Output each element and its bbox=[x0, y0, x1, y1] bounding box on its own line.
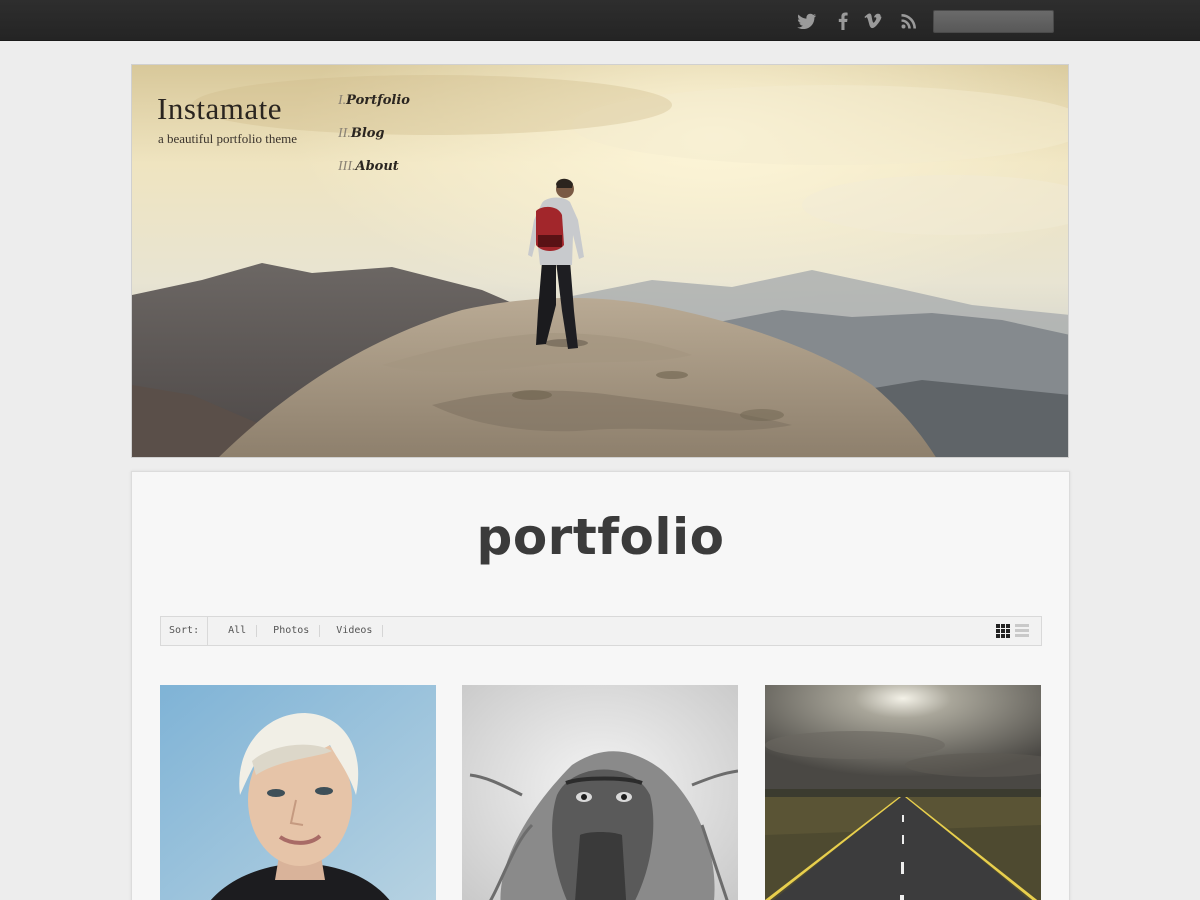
nav-item-portfolio[interactable]: I.Portfolio bbox=[338, 91, 410, 124]
top-bar bbox=[0, 0, 1200, 41]
view-toggles bbox=[996, 624, 1029, 641]
nav-number: III. bbox=[338, 159, 356, 174]
page-title: portfolio bbox=[476, 508, 725, 566]
portrait-photo bbox=[160, 685, 436, 900]
nav-label: Portfolio bbox=[346, 93, 410, 108]
portfolio-item-baboon[interactable] bbox=[462, 685, 738, 900]
site-tagline: a beautiful portfolio theme bbox=[158, 131, 297, 146]
header-banner: Instamate a beautiful portfolio theme I.… bbox=[131, 64, 1069, 458]
facebook-icon[interactable] bbox=[836, 10, 850, 32]
nav-number: I. bbox=[338, 93, 347, 108]
sort-bar: Sort: All Photos Videos bbox=[160, 616, 1042, 646]
site-title[interactable]: Instamate bbox=[157, 91, 282, 127]
rss-icon[interactable] bbox=[900, 10, 918, 32]
nav-label: About bbox=[355, 159, 399, 174]
nav-item-blog[interactable]: II.Blog bbox=[338, 124, 410, 157]
sort-option-all[interactable]: All bbox=[218, 625, 258, 637]
sort-option-photos[interactable]: Photos bbox=[263, 625, 321, 637]
main-nav: I.Portfolio II.Blog III.About bbox=[338, 91, 410, 190]
nav-label: Blog bbox=[350, 126, 385, 141]
list-view-icon[interactable] bbox=[1015, 624, 1029, 641]
vimeo-icon[interactable] bbox=[863, 10, 883, 32]
nav-number: II. bbox=[338, 126, 351, 141]
portfolio-panel: portfolio Sort: All Photos Videos bbox=[131, 471, 1070, 900]
sort-option-videos[interactable]: Videos bbox=[326, 625, 384, 637]
road-photo bbox=[765, 685, 1041, 900]
baboon-photo bbox=[462, 685, 738, 900]
sort-label: Sort: bbox=[161, 617, 209, 645]
portfolio-item-road[interactable] bbox=[765, 685, 1041, 900]
search-input[interactable] bbox=[933, 10, 1054, 33]
nav-item-about[interactable]: III.About bbox=[338, 157, 410, 190]
portfolio-item-portrait[interactable] bbox=[160, 685, 436, 900]
twitter-icon[interactable] bbox=[796, 10, 818, 32]
grid-view-icon[interactable] bbox=[996, 624, 1010, 641]
